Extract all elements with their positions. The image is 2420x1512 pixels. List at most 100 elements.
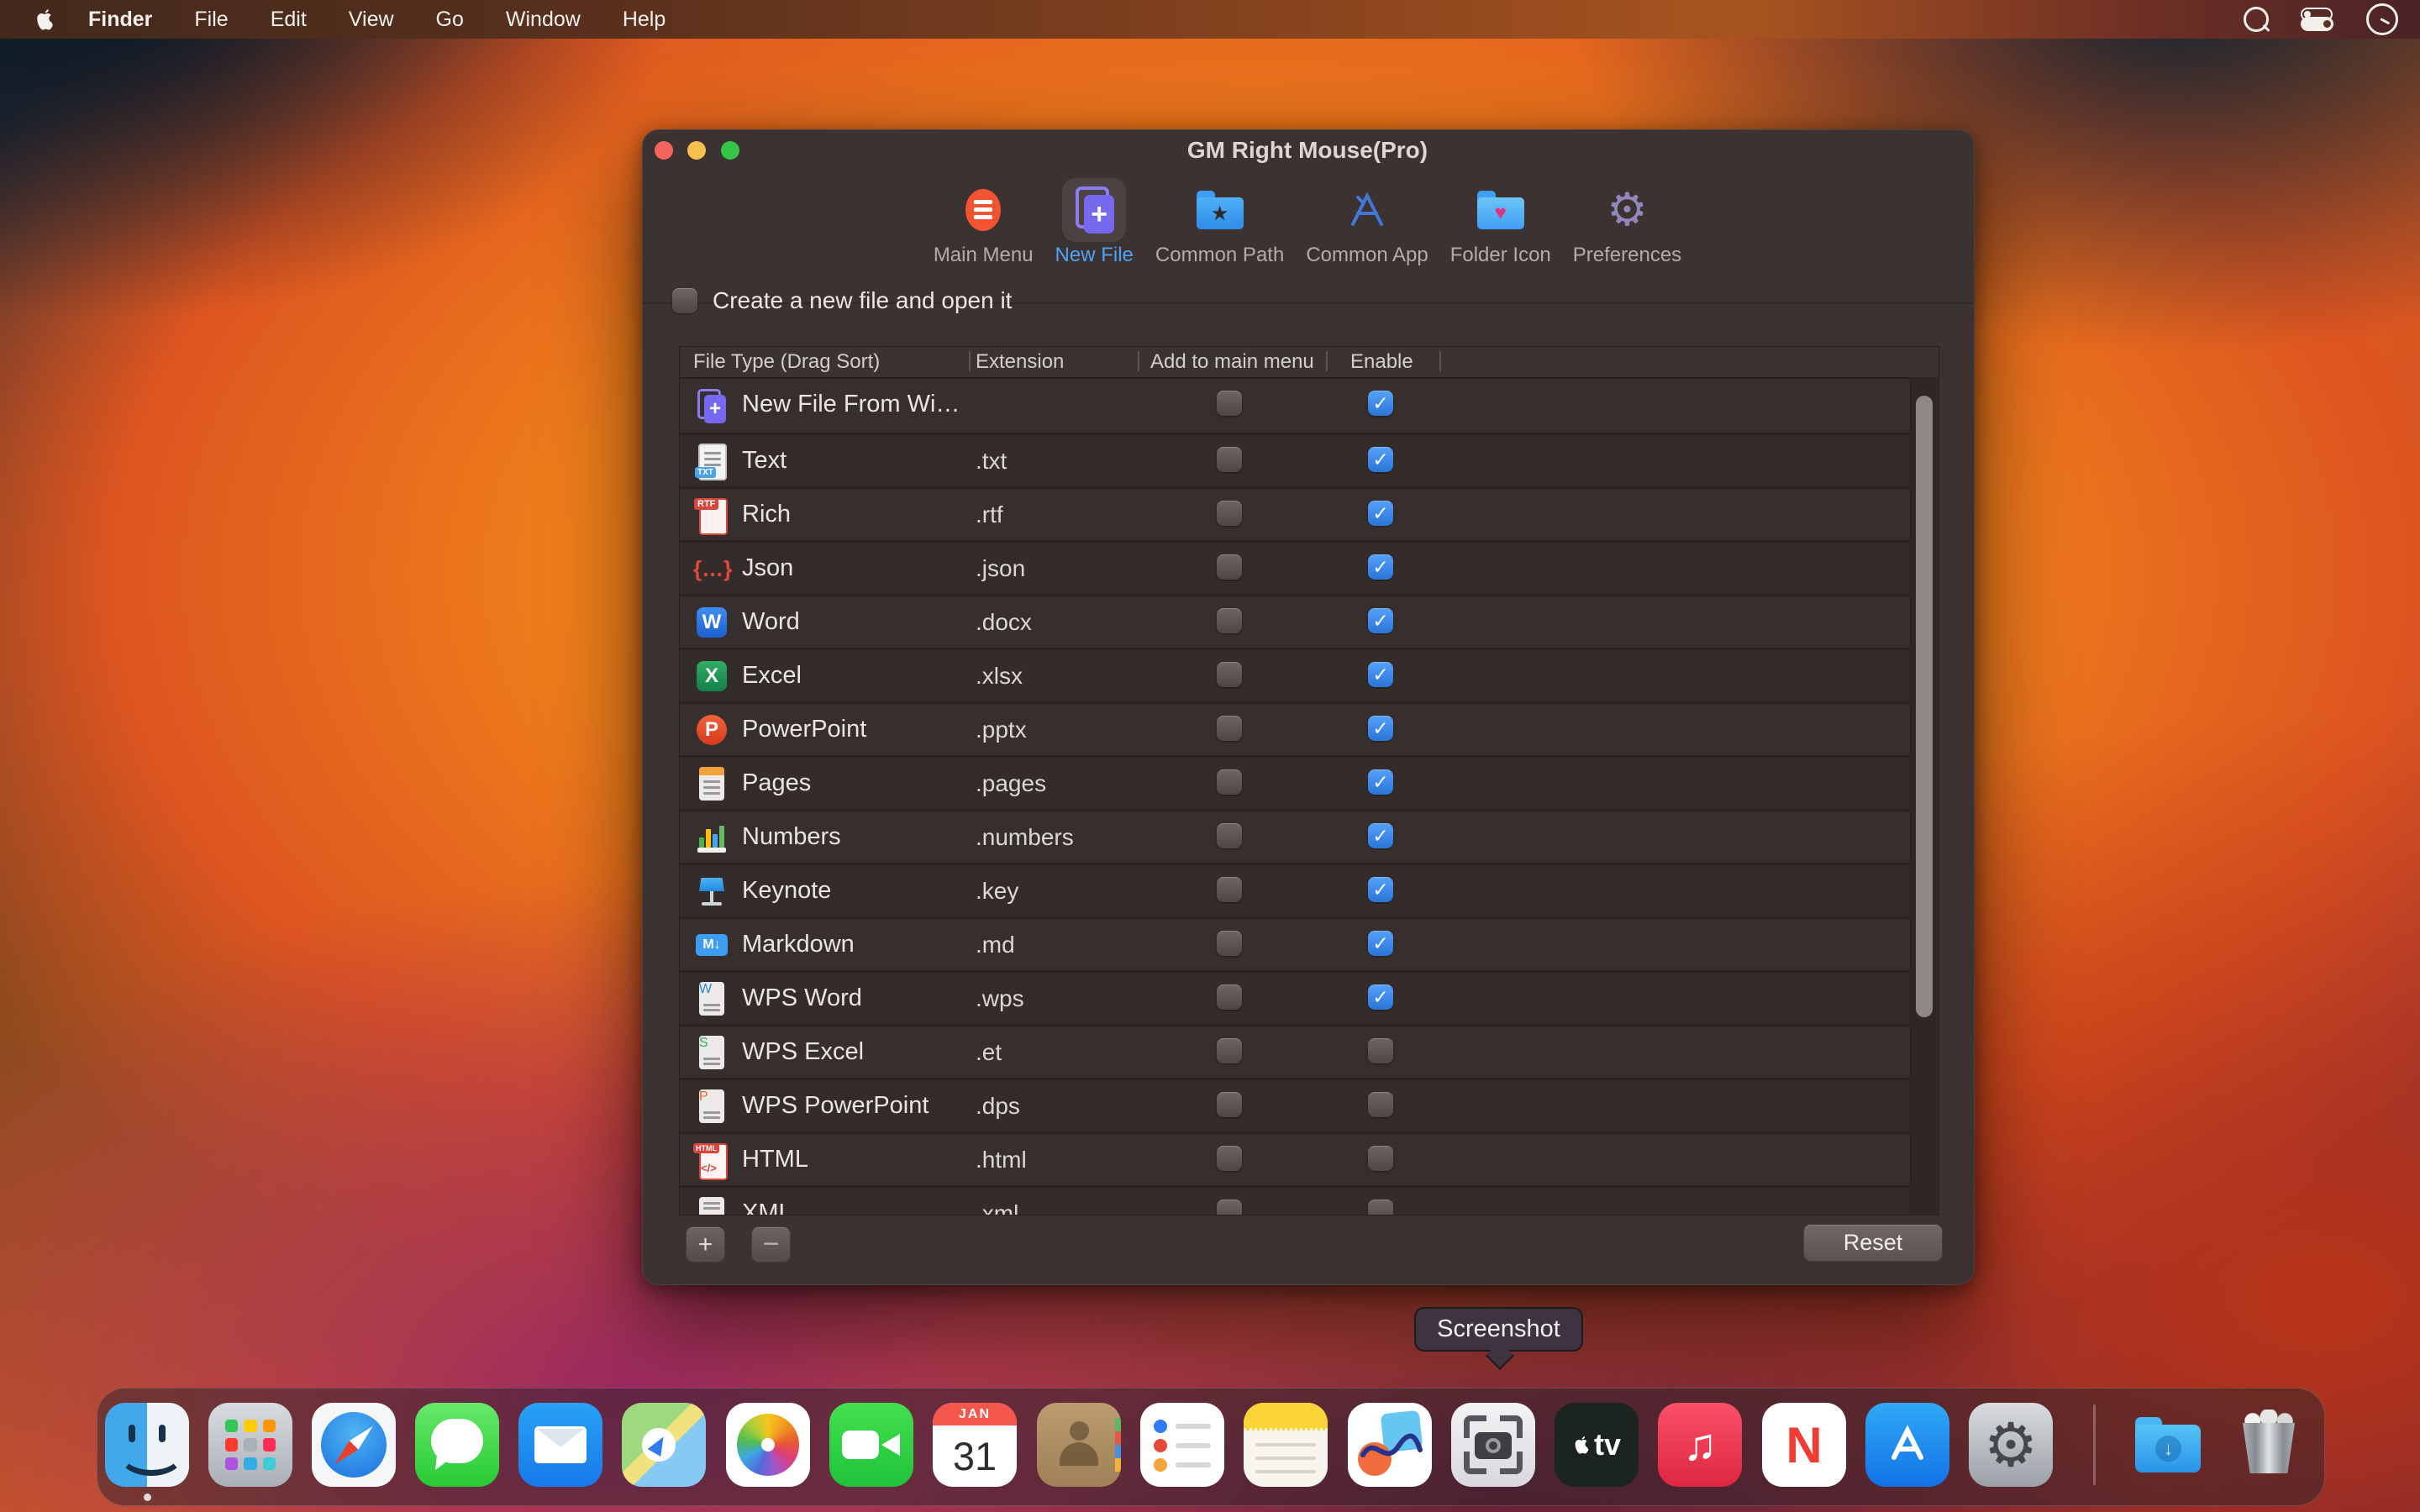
add-to-main-menu-checkbox[interactable] — [1217, 1146, 1242, 1171]
dock-tv-icon[interactable]: tv — [1555, 1403, 1639, 1487]
dock-appstore-icon[interactable] — [1865, 1403, 1949, 1487]
html-file-icon: HTML</> — [693, 1142, 730, 1179]
table-row[interactable]: Keynote .key — [680, 863, 1939, 916]
table-row[interactable]: W Word .docx — [680, 594, 1939, 648]
enable-checkbox[interactable] — [1368, 984, 1393, 1010]
table-row[interactable]: Pages .pages — [680, 755, 1939, 809]
dock-settings-icon[interactable]: ⚙ — [1969, 1403, 2053, 1487]
table-row[interactable]: X Excel .xlsx — [680, 648, 1939, 701]
menu-item-edit[interactable]: Edit — [250, 0, 328, 39]
dock-screenshot-icon[interactable] — [1451, 1403, 1535, 1487]
dock-maps-icon[interactable] — [622, 1403, 706, 1487]
enable-checkbox[interactable] — [1368, 554, 1393, 580]
search-icon[interactable] — [2244, 7, 2269, 32]
table-row[interactable]: HTML</> HTML .html — [680, 1131, 1939, 1185]
scrollbar-track[interactable] — [1910, 377, 1939, 1215]
enable-checkbox[interactable] — [1368, 823, 1393, 848]
table-row[interactable]: S WPS Excel .et — [680, 1024, 1939, 1078]
add-to-main-menu-checkbox[interactable] — [1217, 931, 1242, 956]
enable-checkbox[interactable] — [1368, 769, 1393, 795]
tab-label: Folder Icon — [1450, 244, 1551, 267]
enable-checkbox[interactable] — [1368, 391, 1393, 416]
remove-file-type-button[interactable]: − — [751, 1226, 791, 1263]
add-to-main-menu-checkbox[interactable] — [1217, 1200, 1242, 1215]
table-row[interactable]: TXT Text .txt — [680, 433, 1939, 486]
tab-preferences[interactable]: ⚙Preferences — [1573, 173, 1681, 267]
menu-item-view[interactable]: View — [328, 0, 415, 39]
dock-messages-icon[interactable] — [415, 1403, 499, 1487]
table-row[interactable]: XML .xml — [680, 1185, 1939, 1215]
enable-checkbox[interactable] — [1368, 931, 1393, 956]
file-extension: .pptx — [976, 717, 1027, 743]
dock-reminders-icon[interactable] — [1140, 1403, 1224, 1487]
enable-checkbox[interactable] — [1368, 877, 1393, 902]
add-to-main-menu-checkbox[interactable] — [1217, 1092, 1242, 1117]
tab-label: New File — [1055, 244, 1134, 267]
file-type-name: Numbers — [742, 823, 841, 851]
table-row[interactable]: P PowerPoint .pptx — [680, 701, 1939, 755]
enable-checkbox[interactable] — [1368, 608, 1393, 633]
add-to-main-menu-checkbox[interactable] — [1217, 554, 1242, 580]
add-to-main-menu-checkbox[interactable] — [1217, 823, 1242, 848]
enable-checkbox[interactable] — [1368, 1092, 1393, 1117]
apple-menu-icon[interactable] — [34, 7, 55, 32]
table-row[interactable]: P WPS PowerPoint .dps — [680, 1078, 1939, 1131]
clock-icon[interactable] — [2366, 3, 2398, 35]
reset-button[interactable]: Reset — [1803, 1224, 1943, 1262]
add-to-main-menu-checkbox[interactable] — [1217, 662, 1242, 687]
add-to-main-menu-checkbox[interactable] — [1217, 501, 1242, 526]
dock-freeform-icon[interactable] — [1348, 1403, 1432, 1487]
dock-launchpad-icon[interactable] — [208, 1403, 292, 1487]
dock-photos-icon[interactable] — [726, 1403, 810, 1487]
tab-newfile[interactable]: +New File — [1055, 173, 1134, 267]
enable-checkbox[interactable] — [1368, 1146, 1393, 1171]
dock-safari-icon[interactable] — [312, 1403, 396, 1487]
control-center-icon[interactable] — [2301, 7, 2334, 32]
menu-item-file[interactable]: File — [173, 0, 249, 39]
enable-checkbox[interactable] — [1368, 501, 1393, 526]
table-row[interactable]: + New File From Wi… — [680, 379, 1939, 433]
menu-item-help[interactable]: Help — [602, 0, 687, 39]
file-extension: .numbers — [976, 824, 1074, 851]
tab-commonpath[interactable]: ★Common Path — [1155, 173, 1284, 267]
menu-item-window[interactable]: Window — [485, 0, 602, 39]
scrollbar-thumb[interactable] — [1916, 396, 1933, 1017]
add-to-main-menu-checkbox[interactable] — [1217, 608, 1242, 633]
dock-news-icon[interactable]: N — [1762, 1403, 1846, 1487]
add-to-main-menu-checkbox[interactable] — [1217, 877, 1242, 902]
tab-commonapp[interactable]: Common App — [1306, 173, 1428, 267]
dock-calendar-icon[interactable]: JAN31 — [933, 1403, 1017, 1487]
dock-downloads-icon[interactable]: ↓ — [2126, 1403, 2210, 1487]
menu-item-go[interactable]: Go — [415, 0, 485, 39]
dock-facetime-icon[interactable] — [829, 1403, 913, 1487]
table-row[interactable]: Numbers .numbers — [680, 809, 1939, 863]
tab-foldericon[interactable]: ♥Folder Icon — [1450, 173, 1551, 267]
dock-music-icon[interactable]: ♫ — [1658, 1403, 1742, 1487]
add-to-main-menu-checkbox[interactable] — [1217, 447, 1242, 472]
tab-mainmenu[interactable]: Main Menu — [934, 173, 1034, 267]
table-row[interactable]: {…} Json .json — [680, 540, 1939, 594]
table-row[interactable]: RTF Rich .rtf — [680, 486, 1939, 540]
header-separator — [1439, 351, 1441, 371]
add-to-main-menu-checkbox[interactable] — [1217, 1038, 1242, 1063]
enable-checkbox[interactable] — [1368, 1200, 1393, 1215]
dock-finder-icon[interactable] — [105, 1403, 189, 1487]
table-row[interactable]: W WPS Word .wps — [680, 970, 1939, 1024]
add-file-type-button[interactable]: + — [686, 1226, 725, 1263]
enable-checkbox[interactable] — [1368, 716, 1393, 741]
menu-item-finder[interactable]: Finder — [67, 0, 173, 39]
enable-checkbox[interactable] — [1368, 1038, 1393, 1063]
add-to-main-menu-checkbox[interactable] — [1217, 769, 1242, 795]
enable-checkbox[interactable] — [1368, 662, 1393, 687]
enable-checkbox[interactable] — [1368, 447, 1393, 472]
table-row[interactable]: M↓ Markdown .md — [680, 916, 1939, 970]
dock-contacts-icon[interactable] — [1037, 1403, 1121, 1487]
add-to-main-menu-checkbox[interactable] — [1217, 984, 1242, 1010]
create-file-checkbox[interactable] — [672, 288, 697, 313]
add-to-main-menu-checkbox[interactable] — [1217, 716, 1242, 741]
dock-trash-icon[interactable] — [2227, 1403, 2311, 1487]
dock-mail-icon[interactable] — [518, 1403, 602, 1487]
file-extension: .pages — [976, 770, 1046, 797]
add-to-main-menu-checkbox[interactable] — [1217, 391, 1242, 416]
dock-notes-icon[interactable] — [1244, 1403, 1328, 1487]
